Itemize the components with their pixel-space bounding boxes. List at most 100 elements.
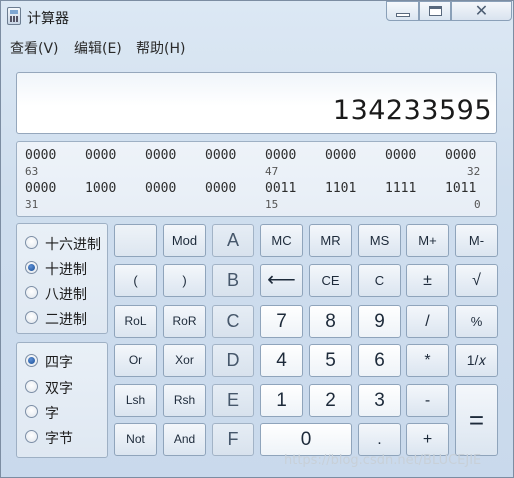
bit-group[interactable]: 0000 xyxy=(25,181,56,196)
window-title: 计算器 xyxy=(27,11,69,27)
bit-index: 15 xyxy=(265,198,279,211)
minimize-icon xyxy=(396,13,410,17)
radio-button[interactable] xyxy=(25,236,38,249)
ms-button[interactable]: MS xyxy=(358,224,401,257)
menu-view[interactable]: 查看(V) xyxy=(10,38,59,58)
hex-d-button[interactable]: D xyxy=(212,344,254,377)
minimize-button[interactable] xyxy=(386,1,419,21)
menu-bar: 查看(V) 编辑(E) 帮助(H) xyxy=(1,35,513,57)
digit-8-button[interactable]: 8 xyxy=(309,305,352,338)
radio-button[interactable] xyxy=(25,286,38,299)
close-icon: ✕ xyxy=(474,1,489,20)
rol-button[interactable]: RoL xyxy=(114,305,157,338)
bit-index: 47 xyxy=(265,165,279,178)
minus-button[interactable]: - xyxy=(406,384,449,417)
or-button[interactable]: Or xyxy=(114,344,157,377)
radio-button[interactable] xyxy=(25,430,38,443)
digit-2-button[interactable]: 2 xyxy=(309,384,352,417)
bit-display-panel: 0000 0000 0000 0000 0000 0000 0000 0000 … xyxy=(16,141,497,217)
digit-5-button[interactable]: 5 xyxy=(309,344,352,377)
digit-6-button[interactable]: 6 xyxy=(358,344,401,377)
hex-a-button[interactable]: A xyxy=(212,224,254,257)
bit-group[interactable]: 0000 xyxy=(445,148,476,163)
hex-e-button[interactable]: E xyxy=(212,384,254,417)
title-bar: 计算器 ✕ xyxy=(1,1,513,33)
hex-b-button[interactable]: B xyxy=(212,264,254,297)
result-display: 134233595 xyxy=(16,72,497,134)
bit-group[interactable]: 1101 xyxy=(325,181,356,196)
watermark: https://blog.csdn.net/BLUCEJIE xyxy=(284,453,482,468)
plus-minus-button[interactable]: ± xyxy=(406,264,449,297)
reciprocal-button[interactable]: 1/𝑥 xyxy=(455,344,498,377)
bit-group[interactable]: 0000 xyxy=(325,148,356,163)
clear-button[interactable]: C xyxy=(358,264,401,297)
plus-button[interactable]: + xyxy=(406,423,449,456)
digit-4-button[interactable]: 4 xyxy=(260,344,303,377)
digit-0-button[interactable]: 0 xyxy=(260,423,352,456)
digit-1-button[interactable]: 1 xyxy=(260,384,303,417)
m-plus-button[interactable]: M+ xyxy=(406,224,449,257)
bit-group[interactable]: 0000 xyxy=(265,148,296,163)
mod-button[interactable]: Mod xyxy=(163,224,206,257)
not-button[interactable]: Not xyxy=(114,423,157,456)
backspace-icon: ⟵ xyxy=(267,269,296,291)
word-size-group: 四字 双字 字 字节 xyxy=(16,342,108,458)
close-paren-button[interactable]: ) xyxy=(163,264,206,297)
ror-button[interactable]: RoR xyxy=(163,305,206,338)
mr-button[interactable]: MR xyxy=(309,224,352,257)
rsh-button[interactable]: Rsh xyxy=(163,384,206,417)
radio-label: 双字 xyxy=(45,381,73,397)
bit-group[interactable]: 1000 xyxy=(85,181,116,196)
divide-button[interactable]: / xyxy=(406,305,449,338)
bit-group[interactable]: 0000 xyxy=(205,181,236,196)
bit-group[interactable]: 0000 xyxy=(145,181,176,196)
bit-group[interactable]: 0000 xyxy=(145,148,176,163)
radio-label: 十进制 xyxy=(45,262,87,278)
ce-button[interactable]: CE xyxy=(309,264,352,297)
and-button[interactable]: And xyxy=(163,423,206,456)
hex-f-button[interactable]: F xyxy=(212,423,254,456)
calculator-app-icon xyxy=(7,7,21,25)
digit-3-button[interactable]: 3 xyxy=(358,384,401,417)
bit-index: 0 xyxy=(474,198,481,211)
mc-button[interactable]: MC xyxy=(260,224,303,257)
open-paren-button[interactable]: ( xyxy=(114,264,157,297)
radix-group: 十六进制 十进制 八进制 二进制 xyxy=(16,223,108,334)
radio-label: 字节 xyxy=(45,431,73,447)
radio-button[interactable] xyxy=(25,380,38,393)
hex-c-button[interactable]: C xyxy=(212,305,254,338)
multiply-button[interactable]: * xyxy=(406,344,449,377)
bit-group[interactable]: 0000 xyxy=(85,148,116,163)
bit-index: 32 xyxy=(467,165,481,178)
backspace-button[interactable]: ⟵ xyxy=(260,264,303,297)
maximize-icon xyxy=(429,6,442,16)
bit-group[interactable]: 0011 xyxy=(265,181,296,196)
xor-button[interactable]: Xor xyxy=(163,344,206,377)
bit-group[interactable]: 0000 xyxy=(385,148,416,163)
display-value: 134233595 xyxy=(332,95,492,126)
digit-7-button[interactable]: 7 xyxy=(260,305,303,338)
bit-index: 63 xyxy=(25,165,39,178)
percent-button[interactable]: % xyxy=(455,305,498,338)
sqrt-button[interactable]: √ xyxy=(455,264,498,297)
radio-label: 四字 xyxy=(45,355,73,371)
radio-button[interactable] xyxy=(25,261,38,274)
decimal-point-button[interactable]: . xyxy=(358,423,401,456)
radio-button[interactable] xyxy=(25,405,38,418)
m-minus-button[interactable]: M- xyxy=(455,224,498,257)
bit-group[interactable]: 1111 xyxy=(385,181,416,196)
close-button[interactable]: ✕ xyxy=(451,1,512,21)
equals-button[interactable]: = xyxy=(455,384,498,456)
maximize-button[interactable] xyxy=(419,1,451,21)
radio-button[interactable] xyxy=(25,354,38,367)
bit-group[interactable]: 1011 xyxy=(445,181,476,196)
blank-key[interactable] xyxy=(114,224,157,257)
menu-help[interactable]: 帮助(H) xyxy=(136,38,185,58)
radio-button[interactable] xyxy=(25,311,38,324)
bit-group[interactable]: 0000 xyxy=(205,148,236,163)
menu-edit[interactable]: 编辑(E) xyxy=(74,38,122,58)
radio-label: 字 xyxy=(45,406,59,422)
lsh-button[interactable]: Lsh xyxy=(114,384,157,417)
bit-group[interactable]: 0000 xyxy=(25,148,56,163)
digit-9-button[interactable]: 9 xyxy=(358,305,401,338)
